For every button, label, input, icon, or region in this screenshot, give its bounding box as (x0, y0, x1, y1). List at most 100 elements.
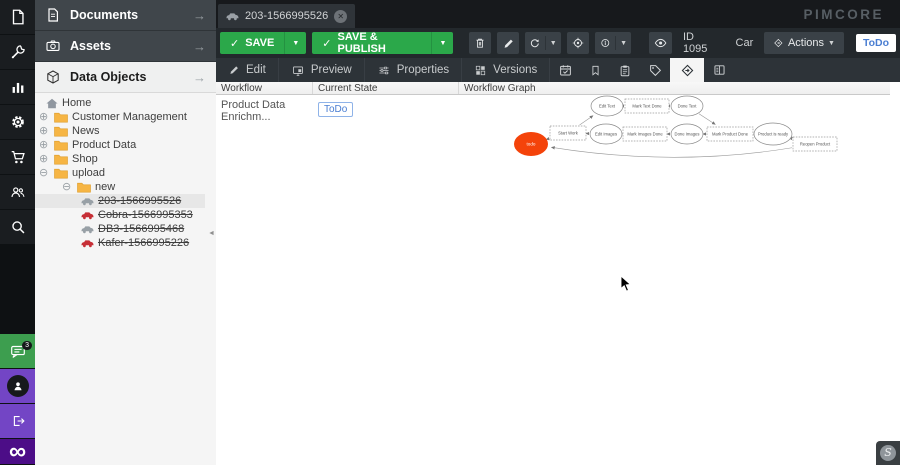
tab-edit[interactable]: Edit (216, 58, 279, 82)
pimcore-infinity-logo[interactable]: ∞ (0, 439, 35, 465)
cube-icon (45, 69, 61, 85)
logout-icon[interactable] (0, 404, 35, 439)
reload-dropdown-icon[interactable]: ▼ (550, 40, 557, 47)
save-dropdown[interactable]: ▼ (284, 32, 306, 54)
save-publish-button[interactable]: ✓SAVE & PUBLISH ▼ (312, 32, 453, 54)
search-icon[interactable] (0, 210, 35, 245)
rename-button[interactable] (497, 32, 519, 54)
locate-in-tree-button[interactable] (567, 32, 589, 54)
tab-properties-label: Properties (397, 64, 449, 76)
accordion-data-objects[interactable]: Data Objects → (35, 62, 216, 93)
arrow-right-icon: → (193, 8, 206, 23)
debug-badge[interactable]: S (876, 441, 900, 465)
tree-item[interactable]: ⊖ new (35, 180, 216, 194)
tree-item[interactable]: ⊕ Product Data (35, 138, 216, 152)
tree-item-label: News (72, 125, 100, 137)
tab-tags[interactable] (640, 58, 670, 82)
object-tabs: Edit Preview Properties Versions (216, 58, 900, 82)
toolbar: ✓SAVE ▼ ✓SAVE & PUBLISH ▼ ▼ ▼ (216, 28, 900, 58)
save-button[interactable]: ✓SAVE ▼ (220, 32, 306, 54)
delete-button[interactable] (469, 32, 491, 54)
tab-reports[interactable] (704, 58, 734, 82)
notifications-icon[interactable]: 3 (0, 334, 35, 369)
settings-gear-icon[interactable] (0, 105, 35, 140)
workflow-node-label: Reopen Product (800, 142, 831, 147)
expander-icon[interactable]: ⊕ (39, 140, 50, 151)
workflow-node-label: Product is ready (758, 132, 789, 137)
panel-collapse-icon[interactable]: ◄ (208, 230, 215, 237)
expander-icon[interactable]: ⊕ (39, 126, 50, 137)
tree-item[interactable]: ⊖ upload (35, 166, 216, 180)
tab-properties[interactable]: Properties (365, 58, 462, 82)
tree-item[interactable]: Home (35, 96, 216, 110)
tree-item-label: Home (62, 97, 91, 109)
tree-item[interactable]: DB3-1566995468 (35, 222, 216, 236)
monitor-icon (291, 64, 305, 77)
expander-icon[interactable]: ⊕ (39, 154, 50, 165)
info-button[interactable]: ▼ (595, 32, 631, 54)
arrow-right-icon: → (193, 39, 206, 54)
account-icon[interactable] (0, 369, 35, 404)
trash-icon (473, 36, 487, 50)
tree-item[interactable]: Cobra-1566995353 (35, 208, 216, 222)
workflow-node-label: Start Work (558, 131, 579, 136)
calendar-check-icon (558, 63, 573, 78)
pencil-icon (228, 64, 240, 76)
camera-icon (45, 38, 61, 54)
tree-item-label: Product Data (72, 139, 136, 151)
close-icon[interactable]: ✕ (334, 10, 347, 23)
accordion-documents[interactable]: Documents → (35, 0, 216, 31)
actions-dropdown-icon: ▼ (828, 40, 835, 47)
grid-header-workflow[interactable]: Workflow (216, 82, 313, 94)
info-dropdown-icon[interactable]: ▼ (620, 40, 627, 47)
actions-button[interactable]: Actions ▼ (764, 32, 844, 54)
tools-icon[interactable] (0, 35, 35, 70)
tree-item[interactable]: 203-1566995526 (35, 194, 205, 208)
save-publish-label: SAVE & PUBLISH (338, 31, 422, 55)
tab-notes[interactable] (610, 58, 640, 82)
grid-header-workflow-graph[interactable]: Workflow Graph (459, 82, 890, 94)
object-type-label: Car (736, 37, 754, 49)
tree-item[interactable]: ⊕ Shop (35, 152, 216, 166)
car-icon (81, 225, 94, 234)
car-icon (81, 211, 94, 220)
tab-schedule[interactable] (550, 58, 580, 82)
save-publish-dropdown[interactable]: ▼ (431, 32, 453, 54)
expander-icon[interactable]: ⊖ (39, 168, 50, 179)
tree-item[interactable]: Kafer-1566995226 (35, 236, 216, 250)
tab-workflow[interactable] (670, 58, 704, 82)
file-icon[interactable] (0, 0, 35, 35)
grid-header-current-state[interactable]: Current State (313, 82, 459, 94)
tree-item[interactable]: ⊕ News (35, 124, 216, 138)
versions-grid-icon (474, 64, 487, 77)
tab-dependencies[interactable] (580, 58, 610, 82)
workflow-node-label: Mark Text Done (632, 104, 662, 109)
workflow-edge (699, 114, 715, 125)
workflow-node-label: Done Images (675, 132, 700, 137)
bookmark-icon (589, 63, 602, 78)
expander-icon[interactable]: ⊕ (39, 112, 50, 123)
expander-icon[interactable]: ⊖ (62, 182, 73, 193)
home-icon (46, 98, 58, 109)
reports-icon[interactable] (0, 70, 35, 105)
icon-rail: 3 ∞ (0, 0, 35, 465)
workflow-node-label: Edit Text (599, 104, 616, 109)
current-state-badge: ToDo (318, 102, 353, 117)
tab-versions[interactable]: Versions (462, 58, 550, 82)
workflow-row: Product Data Enrichm... ToDo todoStart W… (216, 95, 900, 165)
folder-icon (54, 140, 68, 151)
users-icon[interactable] (0, 175, 35, 210)
tree-item[interactable]: ⊕ Customer Management (35, 110, 216, 124)
notification-badge: 3 (22, 341, 32, 350)
tab-preview[interactable]: Preview (279, 58, 365, 82)
ecommerce-cart-icon[interactable] (0, 140, 35, 175)
accordion-assets[interactable]: Assets → (35, 31, 216, 62)
workflow-edge (552, 147, 792, 157)
object-tab[interactable]: 203-1566995526 ✕ (218, 4, 355, 28)
workflow-node-label: Edit Images (595, 132, 617, 137)
arrow-right-icon: → (193, 70, 206, 85)
reload-button[interactable]: ▼ (525, 32, 560, 54)
folder-icon (54, 154, 68, 165)
sliders-icon (377, 64, 391, 77)
preview-eye-button[interactable] (649, 32, 672, 54)
